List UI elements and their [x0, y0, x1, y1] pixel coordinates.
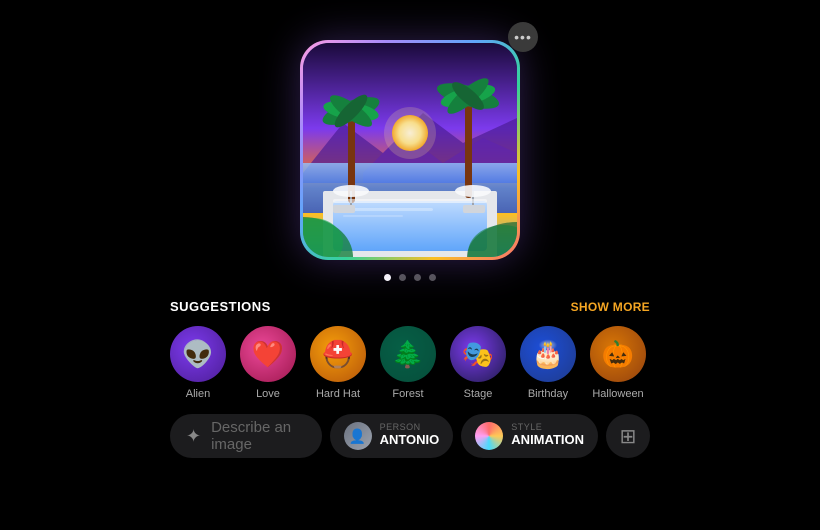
style-label: STYLE [511, 423, 584, 432]
suggestion-item-alien[interactable]: 👽 Alien [170, 326, 226, 400]
gallery-button[interactable]: ⊞ [606, 414, 650, 458]
suggestion-item-love[interactable]: ❤️ Love [240, 326, 296, 400]
suggestion-label-love: Love [256, 388, 280, 400]
person-label: PERSON [380, 423, 440, 432]
person-pill-button[interactable]: 👤 PERSON ANTONIO [330, 414, 454, 458]
suggestion-label-halloween: Halloween [592, 388, 643, 400]
suggestion-item-halloween[interactable]: 🎃 Halloween [590, 326, 646, 400]
gallery-icon: ⊞ [620, 424, 637, 449]
suggestions-list: 👽 Alien ❤️ Love ⛑️ Hard Hat 🌲 Forest 🎭 Stage 🎂 Birt… [170, 326, 650, 400]
bottom-bar: ✦ Describe an image 👤 PERSON ANTONIO STY… [0, 414, 820, 458]
suggestion-label-forest: Forest [392, 388, 423, 400]
suggestion-icon-birthday: 🎂 [520, 326, 576, 382]
scene-illustration [303, 43, 517, 257]
suggestions-title: SUGGESTIONS [170, 299, 271, 314]
suggestion-icon-love: ❤️ [240, 326, 296, 382]
suggestion-label-birthday: Birthday [528, 388, 568, 400]
sparkle-icon: ✦ [186, 426, 201, 447]
suggestion-icon-hard hat: ⛑️ [310, 326, 366, 382]
more-options-button[interactable]: ••• [508, 22, 538, 52]
main-image-area: ••• [300, 40, 520, 260]
suggestion-label-stage: Stage [464, 388, 493, 400]
suggestions-section: SUGGESTIONS SHOW MORE 👽 Alien ❤️ Love ⛑️ Hard… [0, 299, 820, 400]
describe-placeholder: Describe an image [211, 419, 305, 453]
style-value: ANIMATION [511, 432, 584, 449]
suggestion-item-stage[interactable]: 🎭 Stage [450, 326, 506, 400]
style-pill-text: STYLE ANIMATION [511, 423, 584, 449]
suggestions-header: SUGGESTIONS SHOW MORE [170, 299, 650, 314]
dot-4[interactable] [429, 274, 436, 281]
suggestion-icon-stage: 🎭 [450, 326, 506, 382]
person-pill-text: PERSON ANTONIO [380, 423, 440, 449]
person-value: ANTONIO [380, 432, 440, 449]
suggestion-icon-forest: 🌲 [380, 326, 436, 382]
suggestion-icon-alien: 👽 [170, 326, 226, 382]
image-inner [303, 43, 517, 257]
describe-input[interactable]: ✦ Describe an image [170, 414, 322, 458]
suggestion-label-alien: Alien [186, 388, 210, 400]
suggestion-label-hard hat: Hard Hat [316, 388, 360, 400]
dot-2[interactable] [399, 274, 406, 281]
dot-1[interactable] [384, 274, 391, 281]
style-icon [475, 422, 503, 450]
suggestion-icon-halloween: 🎃 [590, 326, 646, 382]
pagination [384, 274, 436, 281]
show-more-button[interactable]: SHOW MORE [571, 300, 650, 314]
style-pill-button[interactable]: STYLE ANIMATION [461, 414, 598, 458]
suggestion-item-hard-hat[interactable]: ⛑️ Hard Hat [310, 326, 366, 400]
suggestion-item-forest[interactable]: 🌲 Forest [380, 326, 436, 400]
person-avatar: 👤 [344, 422, 372, 450]
suggestion-item-birthday[interactable]: 🎂 Birthday [520, 326, 576, 400]
dot-3[interactable] [414, 274, 421, 281]
image-frame [300, 40, 520, 260]
